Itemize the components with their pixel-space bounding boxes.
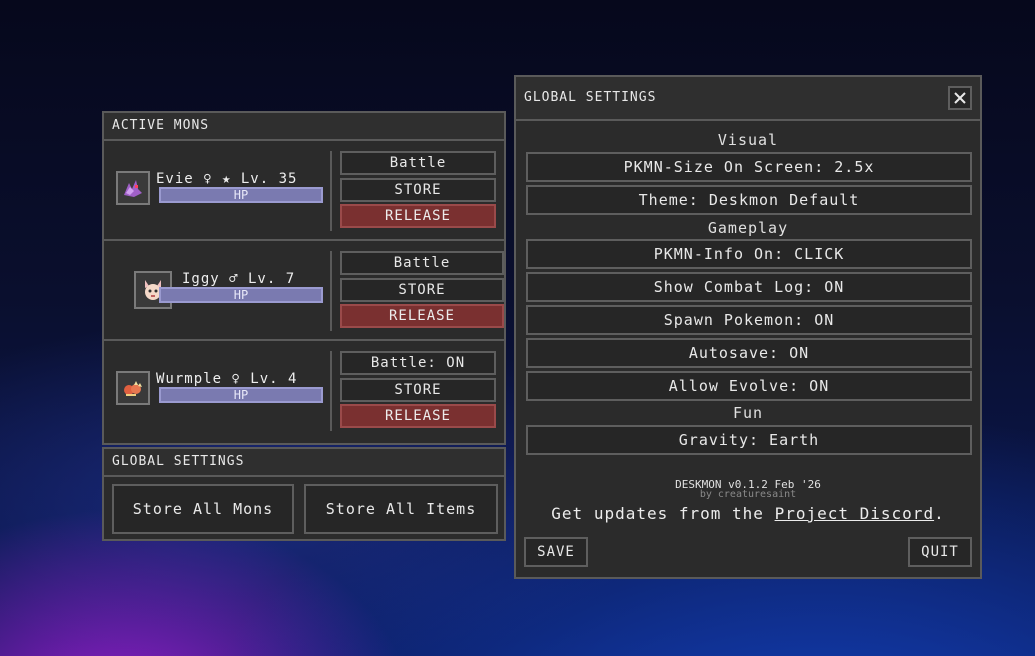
mon-name: Iggy ♂ Lv. 7 [182, 271, 296, 287]
global-settings-panel: GLOBAL SETTINGS Visual PKMN-Size On Scre… [514, 75, 982, 579]
close-icon [954, 92, 966, 104]
wurmple-sprite-icon [124, 381, 142, 396]
mon-name: Wurmple ♀ Lv. 4 [156, 371, 298, 387]
mon-row: Evie ♀ ★ Lv. 35 HP Battle STORE RELEASE [104, 141, 504, 241]
store-button[interactable]: STORE [340, 378, 496, 402]
active-mons-panel: ACTIVE MONS Evie ♀ ★ Lv. 35 HP Battle ST… [102, 111, 506, 445]
mon-sprite[interactable] [116, 371, 150, 405]
gravity-button[interactable]: Gravity: Earth [526, 425, 972, 455]
store-all-mons-button[interactable]: Store All Mons [112, 484, 294, 534]
global-settings-small-title: GLOBAL SETTINGS [112, 454, 245, 469]
active-mons-title: ACTIVE MONS [112, 118, 210, 133]
pkmn-info-button[interactable]: PKMN-Info On: CLICK [526, 239, 972, 269]
spawn-pokemon-button[interactable]: Spawn Pokemon: ON [526, 305, 972, 335]
hp-bar: HP [159, 287, 323, 303]
mon-name: Evie ♀ ★ Lv. 35 [156, 171, 298, 187]
battle-button[interactable]: Battle: ON [340, 351, 496, 375]
divider [330, 251, 332, 331]
theme-button[interactable]: Theme: Deskmon Default [526, 185, 972, 215]
updates-line: Get updates from the Project Discord. [516, 504, 980, 523]
close-button[interactable] [948, 86, 972, 110]
mon-row: Iggy ♂ Lv. 7 HP Battle STORE RELEASE [104, 241, 504, 341]
store-all-items-button[interactable]: Store All Items [304, 484, 498, 534]
allow-evolve-button[interactable]: Allow Evolve: ON [526, 371, 972, 401]
global-settings-title: GLOBAL SETTINGS [524, 90, 657, 105]
pkmn-size-button[interactable]: PKMN-Size On Screen: 2.5x [526, 152, 972, 182]
updates-suffix: . [934, 504, 945, 523]
autosave-button[interactable]: Autosave: ON [526, 338, 972, 368]
mon-sprite[interactable] [116, 171, 150, 205]
discord-link[interactable]: Project Discord [775, 504, 935, 523]
byline-text: by creaturesaint [699, 489, 797, 500]
visual-section-title: Visual [717, 131, 779, 149]
global-settings-small-panel: GLOBAL SETTINGS Store All Mons Store All… [102, 447, 506, 541]
mon-row: Wurmple ♀ Lv. 4 HP Battle: ON STORE RELE… [104, 341, 504, 443]
global-settings-small-header: GLOBAL SETTINGS [104, 449, 504, 477]
hp-bar: HP [159, 387, 323, 403]
release-button[interactable]: RELEASE [340, 404, 496, 428]
combat-log-button[interactable]: Show Combat Log: ON [526, 272, 972, 302]
save-button[interactable]: SAVE [524, 537, 588, 567]
fun-section-title: Fun [732, 404, 764, 422]
battle-button[interactable]: Battle [340, 151, 496, 175]
battle-button[interactable]: Battle [340, 251, 504, 275]
espeon-sprite-icon [124, 180, 142, 197]
gameplay-section-title: Gameplay [707, 219, 789, 237]
release-button[interactable]: RELEASE [340, 304, 504, 328]
global-settings-header: GLOBAL SETTINGS [516, 77, 980, 121]
store-button[interactable]: STORE [340, 278, 504, 302]
divider [330, 351, 332, 431]
quit-button[interactable]: QUIT [908, 537, 972, 567]
divider [330, 151, 332, 231]
store-button[interactable]: STORE [340, 178, 496, 202]
active-mons-header: ACTIVE MONS [104, 113, 504, 141]
release-button[interactable]: RELEASE [340, 204, 496, 228]
hp-bar: HP [159, 187, 323, 203]
updates-prefix: Get updates from the [551, 504, 775, 523]
